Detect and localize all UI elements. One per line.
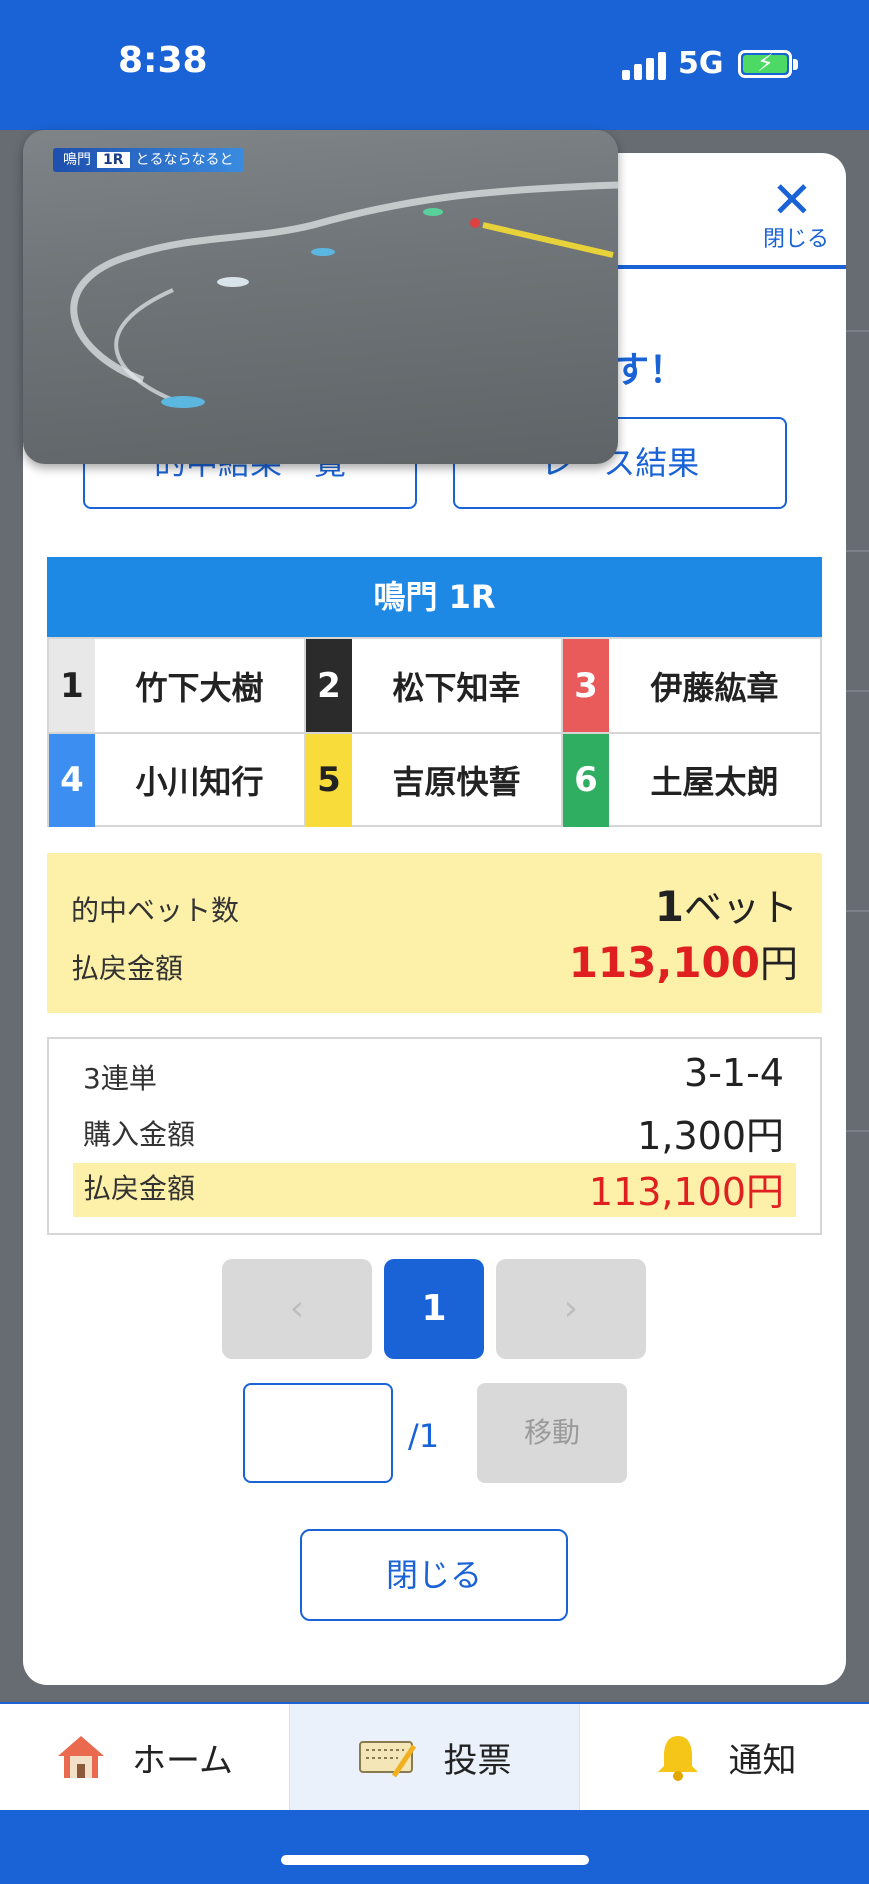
tab-label: ホーム [132,1740,233,1781]
close-button[interactable]: 閉じる [300,1529,568,1621]
network-label: 5G [678,46,724,81]
bet-detail: 3連単 3-1-4 購入金額 1,300円 払戻金額 113,100円 [47,1037,822,1235]
racer-name: 小川知行 [135,763,264,801]
purchase-label: 購入金額 [83,1118,196,1151]
racer-name: 吉原快誓 [392,763,521,801]
house-icon [56,1732,106,1782]
home-indicator[interactable] [281,1855,589,1865]
hit-bets-value: 1ベット [654,882,798,931]
modal-heading: す！ [613,350,686,391]
bet-combination: 3-1-4 [684,1051,784,1095]
racer-number: 3 [563,639,609,733]
tab-label: 投票 [443,1740,512,1781]
racer-number: 1 [49,639,95,733]
racer-table: 1 竹下大樹 2 松下知幸 3 伊藤紘章 4 小川知行 5 吉原快誓 6 土屋太… [47,637,822,827]
racer-1: 1 竹下大樹 [49,639,306,733]
page-total: /1 [408,1417,440,1455]
racer-3: 3 伊藤紘章 [563,639,820,733]
hit-bets-label: 的中ベット数 [71,894,240,927]
race-title: 鳴門 1R [47,557,822,637]
close-icon[interactable]: ✕ [767,175,817,225]
racer-5: 5 吉原快誓 [306,733,563,827]
prev-page-button[interactable]: ‹ [222,1259,372,1359]
racer-name: 松下知幸 [392,669,521,707]
detail-payout-label: 払戻金額 [83,1172,196,1205]
racer-number: 5 [306,733,352,827]
racer-2: 2 松下知幸 [306,639,563,733]
ticket-pen-icon [358,1732,418,1782]
racer-number: 2 [306,639,352,733]
racer-6: 6 土屋太朗 [563,733,820,827]
tab-bar: ホーム 投票 通知 [0,1702,869,1810]
purchase-value: 1,300円 [637,1114,784,1158]
payout-label: 払戻金額 [71,952,184,985]
current-page-button[interactable]: 1 [384,1259,484,1359]
battery-icon: ⚡ [738,49,798,78]
move-button[interactable]: 移動 [477,1383,627,1483]
racer-name: 土屋太朗 [650,763,779,801]
racer-name: 伊藤紘章 [650,669,779,707]
signal-icon [622,50,668,80]
race-video-frame [70,181,618,408]
bell-icon [653,1732,703,1782]
racer-name: 竹下大樹 [135,669,264,707]
tab-label: 通知 [728,1740,797,1781]
racer-number: 4 [49,733,95,827]
next-page-button[interactable]: › [496,1259,646,1359]
detail-payout-value: 113,100円 [588,1170,784,1214]
race-video-player[interactable]: 鳴門 1R とるならなると [23,130,618,464]
hit-summary: 的中ベット数 1ベット 払戻金額 113,100円 [47,853,822,1013]
tab-home[interactable]: ホーム [0,1704,290,1810]
video-badge: 鳴門 1R とるならなると [53,148,244,172]
status-time: 8:38 [118,40,208,81]
payout-value: 113,100円 [568,938,798,987]
racer-number: 6 [563,733,609,827]
racer-4: 4 小川知行 [49,733,306,827]
tab-vote[interactable]: 投票 [290,1704,580,1810]
tab-notifications[interactable]: 通知 [580,1704,869,1810]
status-bar: 8:38 5G ⚡ [0,0,869,130]
close-label[interactable]: 閉じる [751,221,841,253]
page-number-input[interactable] [243,1383,393,1483]
bet-type: 3連単 [83,1062,157,1095]
